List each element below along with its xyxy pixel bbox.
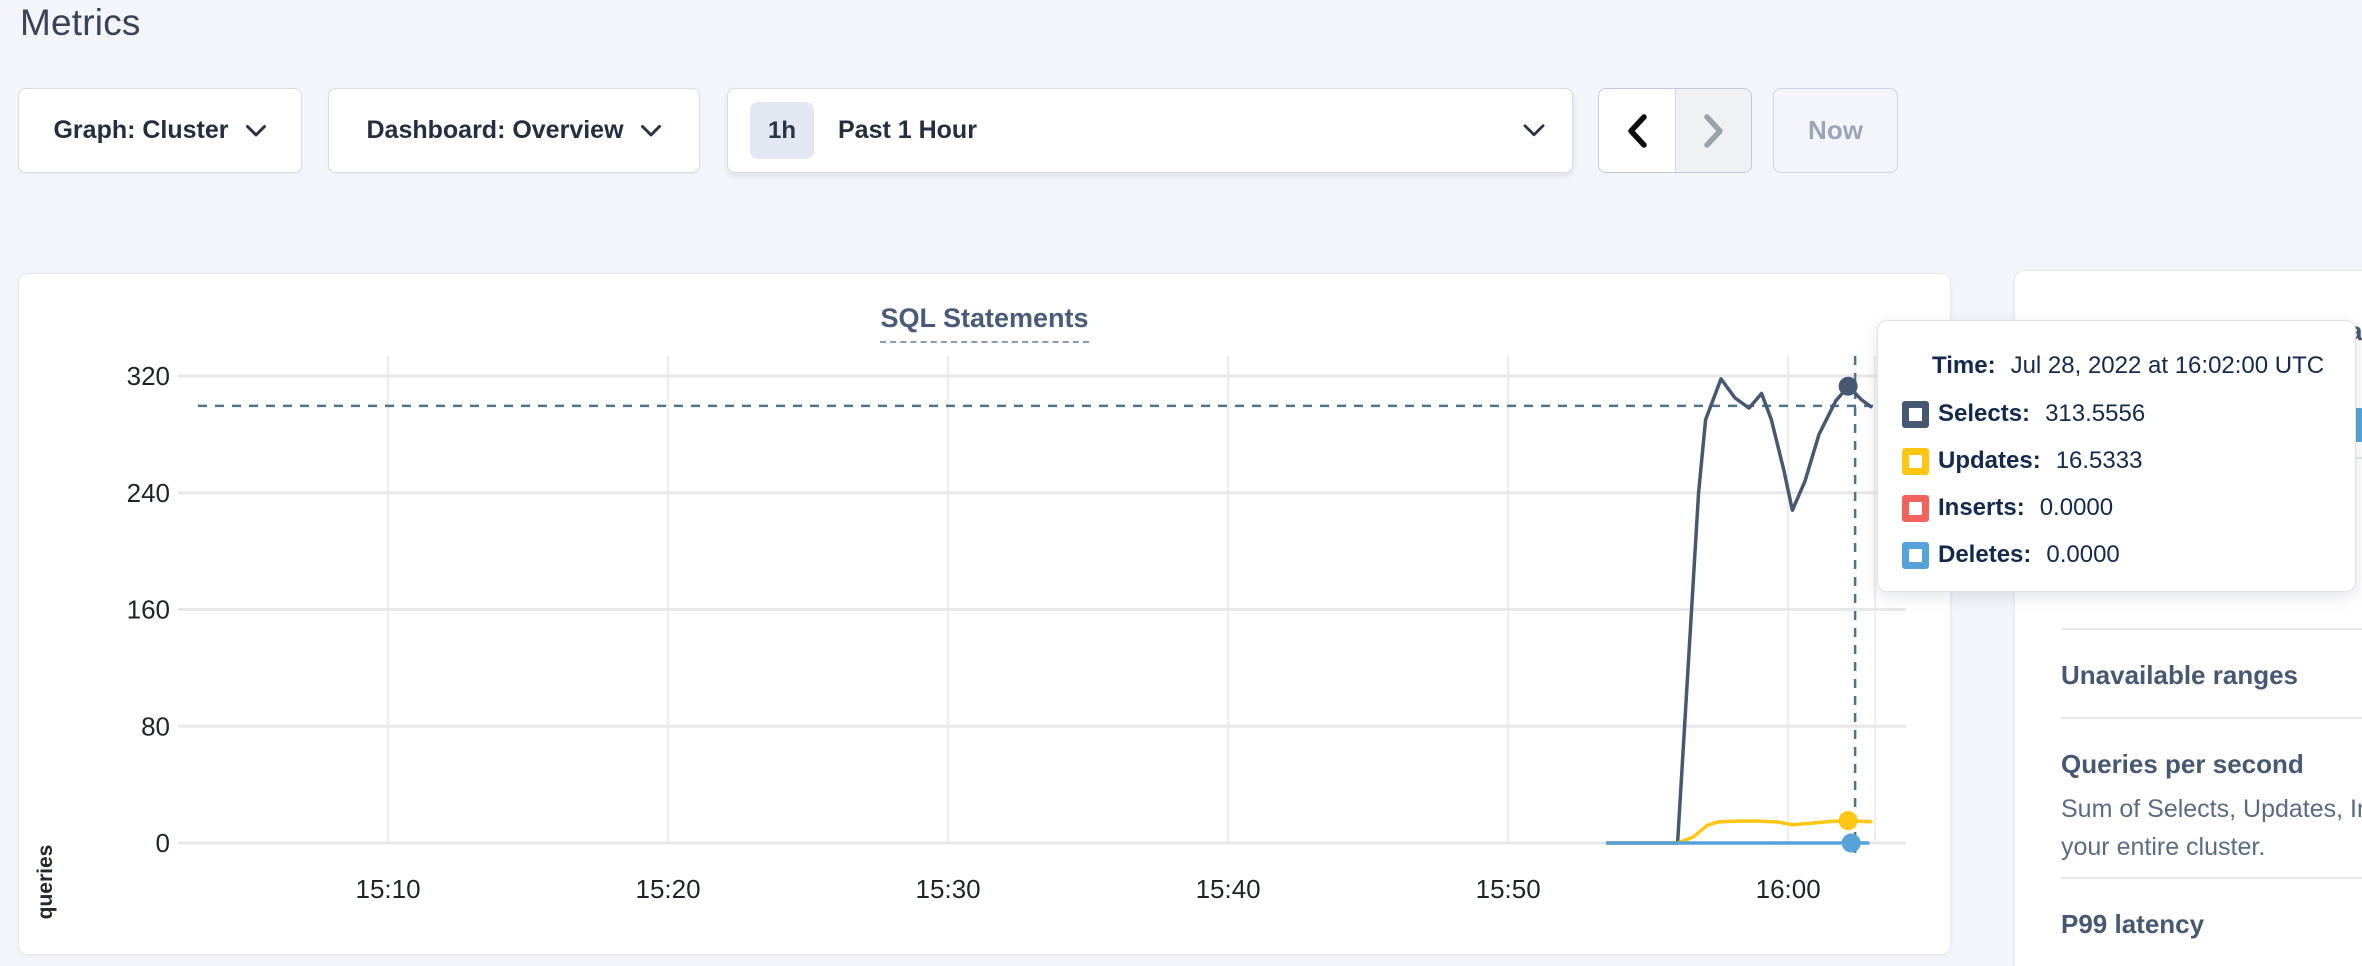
svg-text:160: 160 [127,595,170,625]
tooltip-series-label: Deletes: [1938,540,2031,570]
svg-text:15:40: 15:40 [1196,874,1261,904]
tooltip-series-label: Selects: [1938,399,2030,429]
svg-text:240: 240 [127,478,170,508]
svg-text:15:50: 15:50 [1476,874,1541,904]
tooltip-time-value: Jul 28, 2022 at 16:02:00 UTC [2011,351,2325,381]
series-swatch-icon [1902,448,1929,475]
tooltip-series-value: 313.5556 [2045,399,2145,429]
svg-text:15:30: 15:30 [916,874,981,904]
svg-text:80: 80 [141,711,170,741]
tooltip-series-label: Inserts: [1938,493,2025,523]
series-swatch-icon [1902,495,1929,522]
svg-text:15:20: 15:20 [636,874,701,904]
tooltip-time-label: Time: [1932,351,1996,381]
series-swatch-icon [1902,401,1929,428]
series-swatch-icon [1902,542,1929,569]
chart-tooltip: Time: Jul 28, 2022 at 16:02:00 UTC Selec… [1877,320,2356,592]
tooltip-series-row: Deletes: 0.0000 [1902,540,2335,570]
tooltip-series-row: Inserts: 0.0000 [1902,493,2335,523]
svg-text:16:00: 16:00 [1756,874,1821,904]
tooltip-series-row: Selects: 313.5556 [1902,399,2335,429]
svg-text:320: 320 [127,361,170,391]
svg-text:15:10: 15:10 [355,874,420,904]
tooltip-series-row: Updates: 16.5333 [1902,446,2335,476]
tooltip-series-value: 16.5333 [2056,446,2143,476]
svg-text:0: 0 [156,828,170,858]
tooltip-series-value: 0.0000 [2040,493,2113,523]
tooltip-series-value: 0.0000 [2046,540,2119,570]
tooltip-series-label: Updates: [1938,446,2041,476]
